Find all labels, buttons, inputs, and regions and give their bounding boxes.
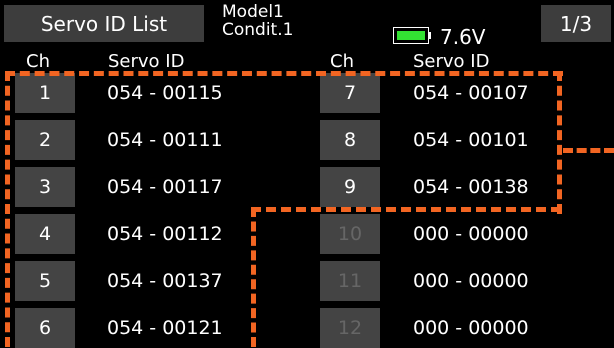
channel-label: 12 [337, 317, 363, 339]
channel-label: 7 [343, 82, 357, 104]
channel-label: 2 [38, 129, 52, 151]
model-name: Model1 [222, 2, 284, 22]
channel-button-3[interactable]: 3 [15, 167, 75, 207]
channel-button-4[interactable]: 4 [15, 214, 75, 254]
channel-button-2[interactable]: 2 [15, 120, 75, 160]
servo-id-value: 000 - 00000 [413, 270, 529, 292]
servo-id-value: 000 - 00000 [413, 317, 529, 339]
battery-icon [393, 27, 433, 44]
servo-id-value: 054 - 00121 [107, 317, 223, 339]
channel-label: 9 [343, 176, 357, 198]
channel-button-11[interactable]: 11 [320, 261, 380, 301]
servo-id-value: 054 - 00111 [107, 129, 223, 151]
servo-id-value: 054 - 00107 [413, 82, 529, 104]
servo-id-value: 054 - 00117 [107, 176, 223, 198]
highlight-dash-v [557, 71, 562, 214]
servo-id-value: 054 - 00138 [413, 176, 529, 198]
channel-button-7[interactable]: 7 [320, 73, 380, 113]
highlight-dash-h [5, 71, 563, 76]
servo-id-value: 054 - 00137 [107, 270, 223, 292]
highlight-dash-h [563, 148, 614, 153]
model-info: Model1 Condit.1 [222, 3, 293, 39]
servo-id-value: 000 - 00000 [413, 223, 529, 245]
channel-label: 4 [38, 223, 52, 245]
channel-label: 11 [337, 270, 363, 292]
ch-header-right: Ch [330, 51, 354, 72]
highlight-dash-v [251, 207, 256, 347]
servo-id-header-right: Servo ID [413, 51, 490, 72]
battery-voltage: 7.6V [440, 25, 486, 49]
highlight-dash-h [251, 207, 561, 212]
channel-label: 10 [337, 223, 363, 245]
channel-label: 8 [343, 129, 357, 151]
channel-button-12[interactable]: 12 [320, 308, 380, 348]
servo-id-value: 054 - 00101 [413, 129, 529, 151]
channel-label: 6 [38, 317, 52, 339]
channel-button-1[interactable]: 1 [15, 73, 75, 113]
servo-id-value: 054 - 00112 [107, 223, 223, 245]
channel-button-6[interactable]: 6 [15, 308, 75, 348]
screen-title[interactable]: Servo ID List [4, 5, 204, 42]
channel-button-9[interactable]: 9 [320, 167, 380, 207]
channel-button-8[interactable]: 8 [320, 120, 380, 160]
channel-label: 5 [38, 270, 52, 292]
channel-button-5[interactable]: 5 [15, 261, 75, 301]
highlight-dash-v [5, 71, 10, 347]
channel-button-10[interactable]: 10 [320, 214, 380, 254]
channel-label: 3 [38, 176, 52, 198]
servo-id-value: 054 - 00115 [107, 82, 223, 104]
ch-header-left: Ch [26, 51, 50, 72]
channel-label: 1 [38, 82, 52, 104]
page-indicator[interactable]: 1/3 [541, 5, 611, 42]
condition-name: Condit.1 [222, 20, 294, 40]
servo-id-header-left: Servo ID [108, 51, 185, 72]
